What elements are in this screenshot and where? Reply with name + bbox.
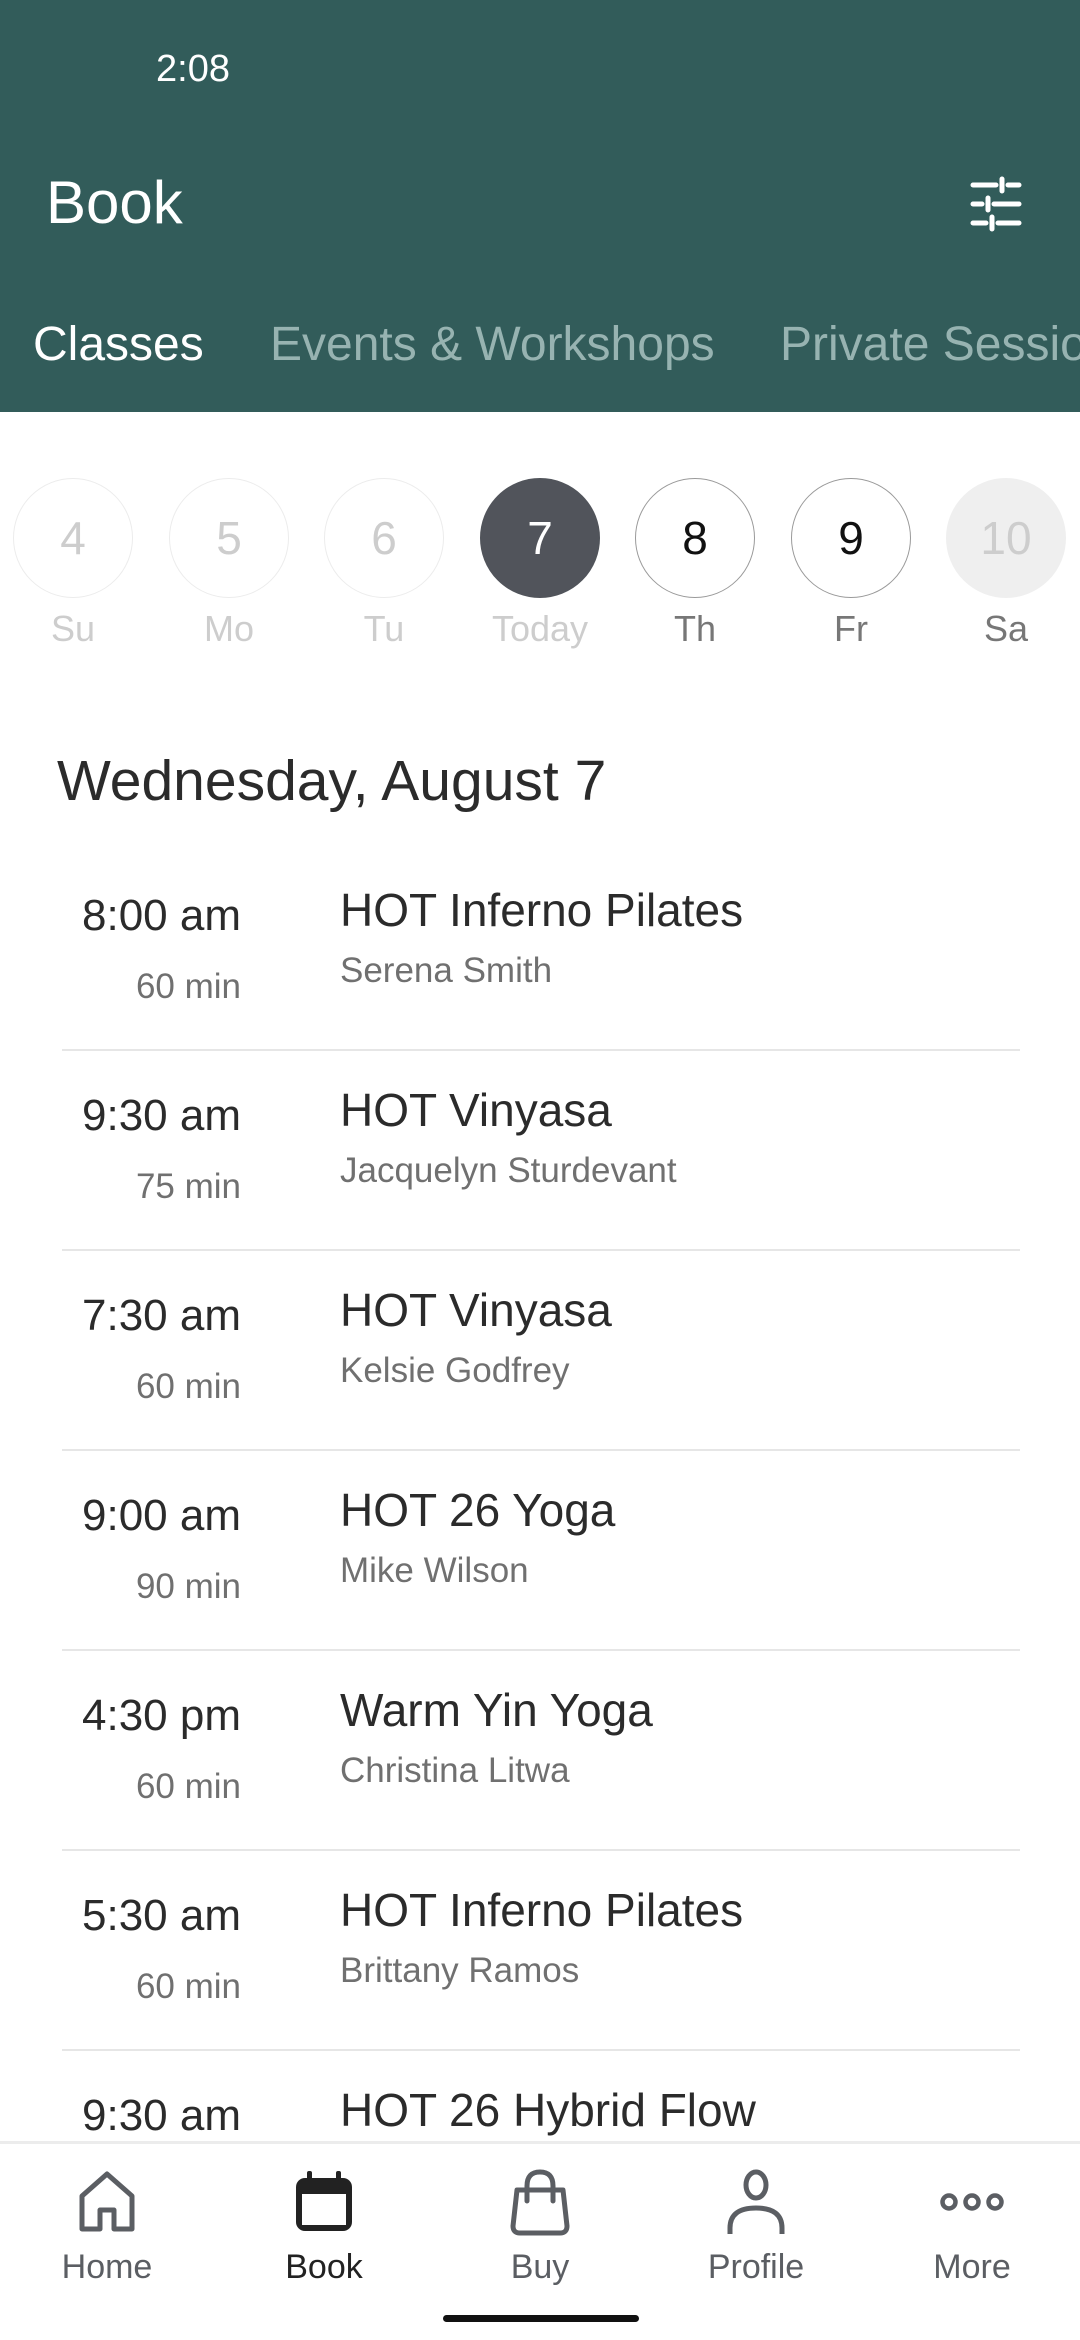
date-number: 10 <box>946 478 1066 598</box>
class-duration: 90 min <box>135 1567 241 1606</box>
class-instructor: Jacquelyn Sturdevant <box>340 1151 677 1190</box>
date-item[interactable]: 9 Fr <box>789 478 913 650</box>
nav-label: More <box>933 2248 1011 2286</box>
tab-private-sessions[interactable]: Private Sessions <box>780 310 1080 380</box>
class-name: HOT 26 Hybrid Flow <box>340 2084 756 2136</box>
class-name: HOT Vinyasa <box>340 1084 612 1136</box>
app-header: 2:08 Book Classes Events & Workshops Pri… <box>0 0 1080 412</box>
class-list: 8:00 am 60 min HOT Inferno Pilates Seren… <box>0 851 1080 2141</box>
date-item[interactable]: 8 Th <box>633 478 757 650</box>
date-item[interactable]: 6 Tu <box>322 478 446 650</box>
date-picker-strip: 4 Su 5 Mo 6 Tu 7 Today 8 Th 9 Fr 10 Sa <box>0 478 1080 658</box>
date-weekday: Fr <box>834 608 868 649</box>
nav-label: Home <box>61 2248 153 2286</box>
date-number: 8 <box>635 478 755 598</box>
class-time: 4:30 pm <box>82 1691 241 1740</box>
date-number: 9 <box>791 478 911 598</box>
date-weekday: Th <box>673 608 716 649</box>
nav-profile[interactable]: Profile <box>656 2162 856 2287</box>
filter-button[interactable] <box>960 168 1032 240</box>
nav-home[interactable]: Home <box>7 2162 207 2287</box>
class-row[interactable]: 9:00 am 90 min HOT 26 Yoga Mike Wilson <box>0 1451 1080 1651</box>
date-number: 7 <box>480 478 600 598</box>
date-heading: Wednesday, August 7 <box>57 749 607 813</box>
class-name: Warm Yin Yoga <box>340 1684 653 1736</box>
date-number: 6 <box>324 478 444 598</box>
class-row[interactable]: 4:30 pm 60 min Warm Yin Yoga Christina L… <box>0 1651 1080 1851</box>
date-weekday: Sa <box>983 608 1029 649</box>
class-time: 5:30 am <box>82 1891 241 1940</box>
class-time: 9:30 am <box>82 1091 241 1140</box>
shopping-bag-icon <box>510 2169 570 2236</box>
status-bar-time: 2:08 <box>156 48 230 90</box>
date-number: 5 <box>169 478 289 598</box>
class-row[interactable]: 7:30 am 60 min HOT Vinyasa Kelsie Godfre… <box>0 1251 1080 1451</box>
class-duration: 60 min <box>135 1367 241 1406</box>
nav-label: Profile <box>707 2248 805 2286</box>
class-name: HOT Vinyasa <box>340 1284 612 1336</box>
date-item[interactable]: 4 Su <box>11 478 135 650</box>
date-weekday: Today <box>491 608 589 649</box>
class-duration: 60 min <box>135 967 241 1006</box>
date-item-selected[interactable]: 7 Today <box>478 478 602 650</box>
date-weekday: Mo <box>203 608 254 649</box>
nav-book[interactable]: Book <box>224 2162 424 2287</box>
class-row[interactable]: 8:00 am 60 min HOT Inferno Pilates Seren… <box>0 851 1080 1051</box>
class-row[interactable]: 5:30 am 60 min HOT Inferno Pilates Britt… <box>0 1851 1080 2051</box>
nav-more[interactable]: More <box>872 2162 1072 2287</box>
home-icon <box>79 2171 135 2232</box>
calendar-icon <box>296 2171 352 2231</box>
class-instructor: Serena Smith <box>340 951 553 990</box>
class-row[interactable]: 9:30 am HOT 26 Hybrid Flow <box>0 2051 1080 2141</box>
class-duration: 75 min <box>135 1167 241 1206</box>
bottom-nav: Home Book Buy Profile More <box>0 2141 1080 2340</box>
home-indicator[interactable] <box>443 2315 639 2322</box>
class-name: HOT Inferno Pilates <box>340 884 744 936</box>
date-item[interactable]: 5 Mo <box>167 478 291 650</box>
date-number: 4 <box>13 478 133 598</box>
nav-label: Buy <box>510 2248 570 2286</box>
class-duration: 60 min <box>135 1767 241 1806</box>
class-name: HOT 26 Yoga <box>340 1484 616 1536</box>
class-time: 9:30 am <box>82 2091 241 2140</box>
date-weekday: Su <box>50 608 96 649</box>
sliders-icon <box>970 176 1022 232</box>
date-weekday: Tu <box>363 608 405 649</box>
class-time: 8:00 am <box>82 891 241 940</box>
class-duration: 60 min <box>135 1967 241 2006</box>
class-time: 7:30 am <box>82 1291 241 1340</box>
class-instructor: Mike Wilson <box>340 1551 529 1590</box>
tab-bar: Classes Events & Workshops Private Sessi… <box>0 310 1080 380</box>
class-instructor: Kelsie Godfrey <box>340 1351 570 1390</box>
page-title: Book <box>46 169 183 236</box>
tab-events-workshops[interactable]: Events & Workshops <box>270 310 715 380</box>
class-name: HOT Inferno Pilates <box>340 1884 744 1936</box>
nav-label: Book <box>285 2248 363 2286</box>
nav-buy[interactable]: Buy <box>440 2162 640 2287</box>
tab-classes[interactable]: Classes <box>33 310 204 380</box>
class-row[interactable]: 9:30 am 75 min HOT Vinyasa Jacquelyn Stu… <box>0 1051 1080 1251</box>
person-icon <box>727 2169 785 2234</box>
class-instructor: Christina Litwa <box>340 1751 570 1790</box>
class-time: 9:00 am <box>82 1491 241 1540</box>
more-dots-icon <box>940 2193 1004 2211</box>
class-instructor: Brittany Ramos <box>340 1951 580 1990</box>
date-item[interactable]: 10 Sa <box>944 478 1068 650</box>
